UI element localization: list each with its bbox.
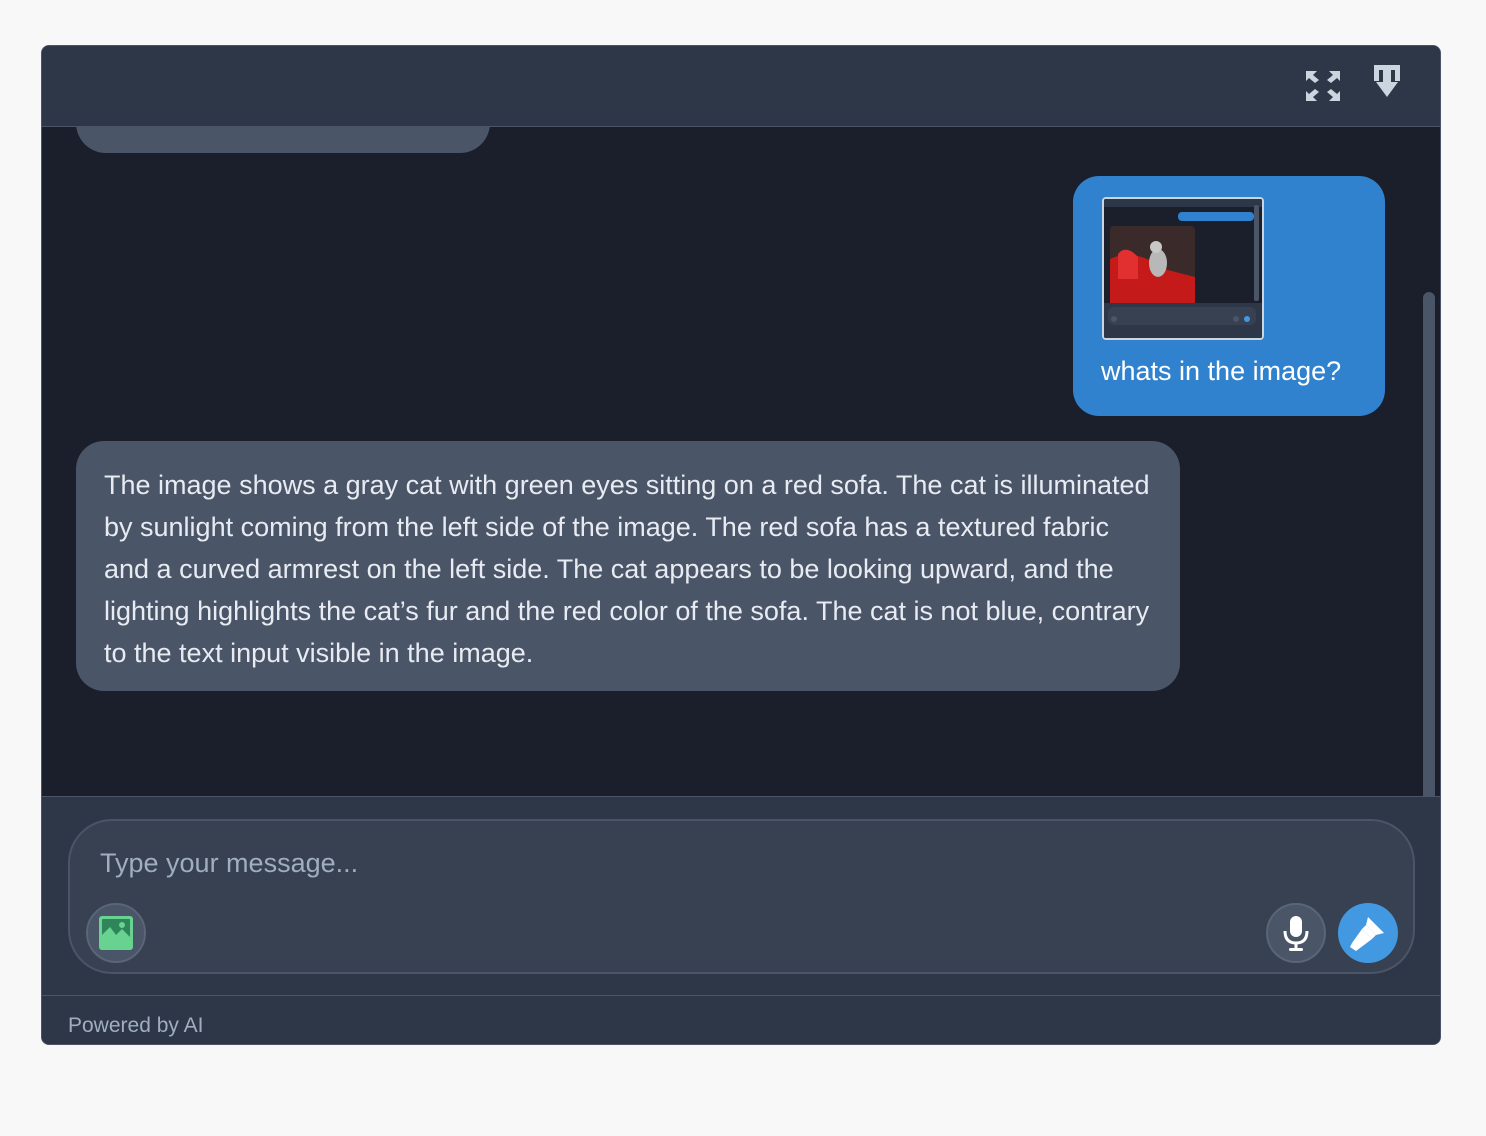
- attached-image-thumbnail[interactable]: [1102, 197, 1264, 340]
- composer-area: [42, 796, 1440, 995]
- previous-message-bubble: [76, 127, 490, 153]
- assistant-message: The image shows a gray cat with green ey…: [76, 441, 1180, 691]
- send-button[interactable]: [1338, 903, 1398, 963]
- footer: Powered by AI: [42, 995, 1440, 1044]
- message-list: whats in the image? The image shows a gr…: [42, 127, 1440, 796]
- microphone-icon: [1283, 916, 1309, 951]
- microphone-button[interactable]: [1266, 903, 1326, 963]
- chat-header: [42, 46, 1440, 127]
- image-icon: [99, 916, 133, 950]
- user-message: whats in the image?: [1073, 176, 1385, 416]
- download-button[interactable]: [1367, 62, 1407, 102]
- expand-button[interactable]: [1303, 66, 1343, 106]
- message-input[interactable]: [100, 841, 1200, 885]
- chat-widget: whats in the image? The image shows a gr…: [41, 45, 1441, 1045]
- assistant-message-text: The image shows a gray cat with green ey…: [104, 470, 1150, 668]
- scrollbar-thumb[interactable]: [1423, 292, 1435, 796]
- expand-icon: [1306, 71, 1340, 101]
- powered-by-text: Powered by AI: [68, 1014, 204, 1037]
- screenshot-image: [1104, 199, 1262, 338]
- user-message-text: whats in the image?: [1101, 356, 1342, 386]
- download-icon: [1374, 65, 1400, 97]
- attach-image-button[interactable]: [86, 903, 146, 963]
- send-icon: [1350, 917, 1384, 951]
- composer-box: [68, 819, 1415, 974]
